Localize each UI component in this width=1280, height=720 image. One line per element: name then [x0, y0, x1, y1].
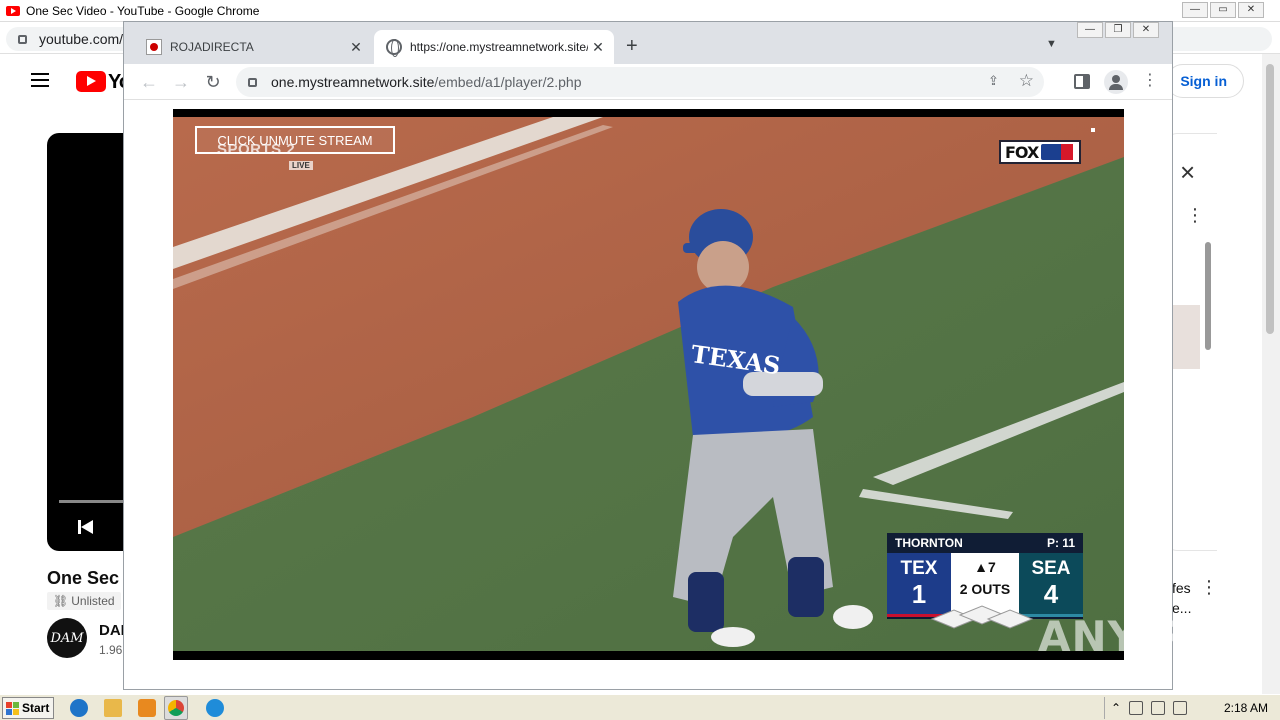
more-options-icon[interactable]: ⋮	[1186, 206, 1204, 224]
maximize-button[interactable]: ▭	[1210, 2, 1236, 18]
channel-name[interactable]: DAI	[99, 622, 125, 639]
media-player-icon[interactable]	[138, 699, 156, 717]
scorebug-pitcher-row: THORNTON P: 11	[887, 533, 1083, 553]
unmute-stream-button[interactable]: CLICK UNMUTE STREAM	[195, 126, 395, 154]
background-titlebar: One Sec Video - YouTube - Google Chrome …	[0, 0, 1280, 22]
taskbar: Start ⌃ 2:18 AM	[0, 694, 1280, 720]
tray-expand-icon[interactable]: ⌃	[1111, 701, 1121, 715]
lock-icon	[248, 77, 257, 87]
panel-thumbnail	[1170, 305, 1200, 369]
globe-icon	[386, 39, 402, 57]
url-path: /embed/a1/player/2.php	[434, 74, 582, 90]
away-abbr: TEX	[900, 558, 938, 579]
tab-stream[interactable]: https://one.mystreamnetwork.site/em ✕	[374, 30, 614, 64]
unlisted-badge: ⛓ Unlisted	[47, 592, 121, 610]
share-icon[interactable]: ⇪	[988, 73, 1004, 89]
background-window-controls: — ▭ ✕	[1182, 2, 1264, 18]
minimize-button[interactable]: —	[1077, 22, 1103, 38]
tab-strip: ROJADIRECTA ✕ https://one.mystreamnetwor…	[124, 22, 1172, 64]
youtube-video-title: One Sec	[47, 568, 120, 588]
previous-icon[interactable]	[78, 520, 94, 534]
clock[interactable]: 2:18 AM	[1224, 701, 1268, 715]
side-text-line1: fes	[1172, 580, 1191, 596]
close-button[interactable]: ✕	[1238, 2, 1264, 18]
outs-indicator: 2 OUTS	[959, 581, 1011, 597]
subscriber-count: 1.96	[99, 643, 123, 657]
side-panel-icon[interactable]	[1074, 74, 1090, 89]
home-score: 4	[1043, 579, 1059, 609]
folder-icon[interactable]	[104, 699, 122, 717]
system-tray: ⌃ 2:18 AM	[1104, 697, 1278, 719]
bookmark-star-icon[interactable]: ☆	[1019, 71, 1034, 91]
reload-icon[interactable]: ↻	[201, 70, 225, 94]
fox-broadcast-bug: FOX	[999, 140, 1081, 164]
edge-icon[interactable]	[206, 699, 224, 717]
profile-icon[interactable]	[1104, 70, 1128, 94]
restore-button[interactable]: ❐	[1105, 22, 1131, 38]
back-icon[interactable]: ←	[137, 70, 161, 94]
signin-button[interactable]: Sign in	[1166, 64, 1244, 98]
close-tab-icon[interactable]: ✕	[588, 39, 608, 56]
tab-label: https://one.mystreamnetwork.site/em	[410, 40, 588, 54]
new-tab-button[interactable]: +	[626, 36, 638, 56]
inning-indicator: ▲7	[974, 559, 996, 575]
video-player[interactable]: TEXAS SPORTS 2 LIVE CLICK UNMUTE STREAM …	[173, 109, 1124, 660]
flag-icon[interactable]	[1173, 701, 1188, 715]
home-abbr: SEA	[1031, 558, 1071, 579]
bases-icon	[930, 605, 1034, 629]
unlisted-label: Unlisted	[71, 594, 115, 608]
internet-explorer-icon[interactable]	[70, 699, 88, 717]
pitch-count: P: 11	[1046, 536, 1075, 550]
foreground-chrome-window: ROJADIRECTA ✕ https://one.mystreamnetwor…	[123, 21, 1173, 690]
start-label: Start	[22, 701, 50, 715]
channel-avatar[interactable]: DAM	[47, 618, 87, 658]
forward-icon[interactable]: →	[169, 70, 193, 94]
tab-search-icon[interactable]: ▼	[1046, 38, 1057, 50]
panel-scrollbar[interactable]	[1205, 242, 1211, 350]
tab-rojadirecta[interactable]: ROJADIRECTA ✕	[134, 30, 372, 64]
windows-logo-icon	[6, 701, 19, 715]
youtube-progress-bar[interactable]	[59, 500, 129, 503]
rojadirecta-favicon-icon	[146, 39, 162, 55]
live-badge: LIVE	[289, 161, 313, 170]
more-options-icon[interactable]: ⋮	[1200, 578, 1218, 596]
background-window-title: One Sec Video - YouTube - Google Chrome	[26, 3, 260, 18]
mlb-logo-icon	[1041, 144, 1074, 160]
youtube-favicon-icon	[6, 5, 20, 16]
anyrun-watermark: ANY RUN	[1038, 612, 1260, 661]
close-icon[interactable]: ×	[1180, 159, 1195, 185]
toolbar: ← → ↻ one.mystreamnetwork.site/embed/a1/…	[124, 64, 1172, 100]
close-button[interactable]: ✕	[1133, 22, 1159, 38]
away-score: 1	[911, 579, 927, 609]
overlay-dot	[1091, 128, 1095, 132]
scrollbar-thumb[interactable]	[1266, 64, 1274, 334]
pitcher-name: THORNTON	[895, 536, 963, 550]
tab-label: ROJADIRECTA	[170, 40, 254, 54]
link-icon: ⛓	[53, 594, 69, 608]
scorebug: THORNTON P: 11 TEX 1 ▲7 2 OUTS SEA 4	[887, 533, 1083, 629]
lock-icon	[18, 34, 27, 44]
url-host: one.mystreamnetwork.site	[271, 74, 435, 90]
start-button[interactable]: Start	[2, 697, 54, 719]
signin-label: Sign in	[1180, 73, 1227, 89]
volume-icon[interactable]	[1129, 701, 1144, 715]
page-scrollbar[interactable]	[1262, 54, 1280, 694]
chrome-icon[interactable]	[164, 696, 188, 720]
omnibox[interactable]: one.mystreamnetwork.site/embed/a1/player…	[236, 67, 1044, 97]
chrome-menu-icon[interactable]: ⋮	[1142, 72, 1158, 90]
network-icon[interactable]	[1151, 701, 1166, 715]
unmute-label: CLICK UNMUTE STREAM	[217, 132, 373, 148]
foreground-window-controls: — ❐ ✕	[1077, 22, 1159, 38]
youtube-logo-icon[interactable]	[76, 71, 106, 92]
broadcaster-label: FOX	[1005, 142, 1039, 162]
background-url: youtube.com/	[39, 31, 124, 47]
minimize-button[interactable]: —	[1182, 2, 1208, 18]
close-tab-icon[interactable]: ✕	[346, 39, 366, 56]
hamburger-menu-icon[interactable]	[31, 73, 49, 87]
